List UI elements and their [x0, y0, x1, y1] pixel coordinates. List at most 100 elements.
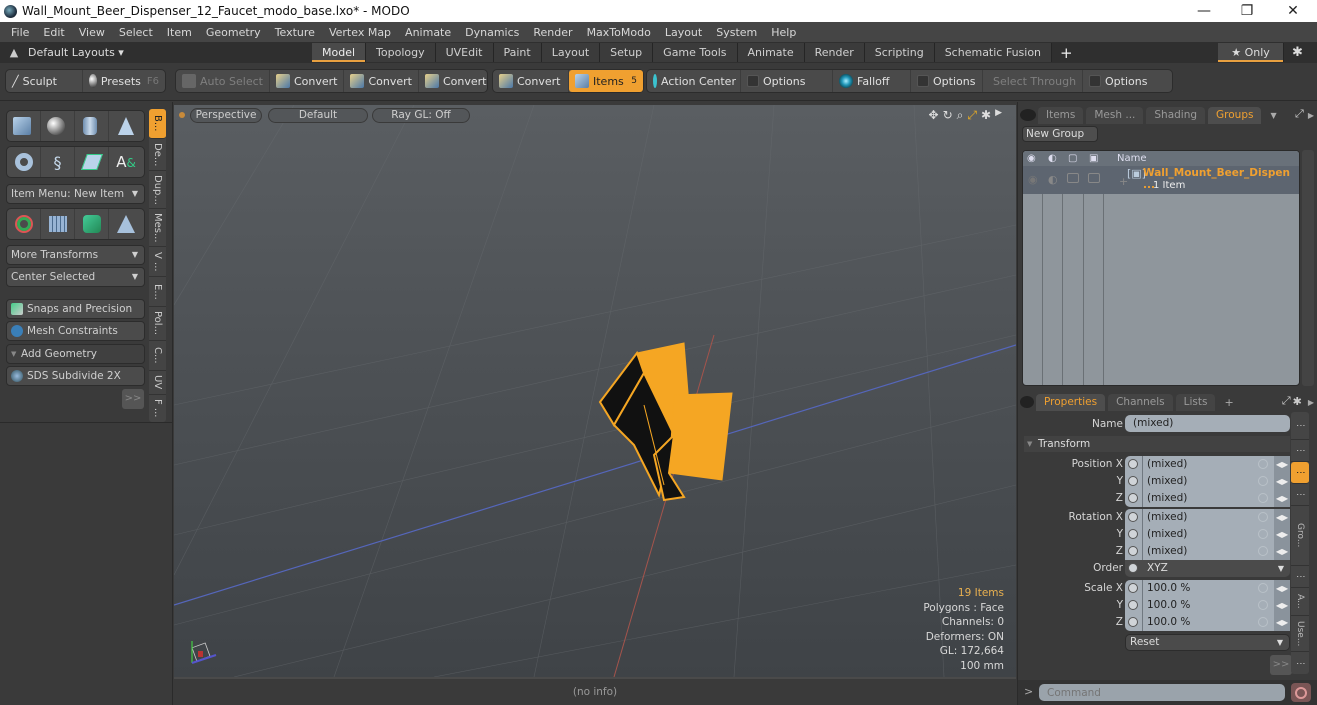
convert-polygons-button[interactable]: Convert	[419, 70, 493, 92]
vtab-vertex[interactable]: V ...	[149, 247, 166, 277]
drag-arrows-icon[interactable]: ◀▶	[1274, 526, 1290, 543]
row-lock-icon[interactable]	[1067, 173, 1079, 183]
pen-tool-icon[interactable]	[75, 147, 109, 177]
raygl-toggle[interactable]: Ray GL: Off	[372, 108, 470, 123]
menu-dynamics[interactable]: Dynamics	[458, 26, 526, 39]
reset-dropdown[interactable]: Reset ▼	[1125, 634, 1290, 651]
rotation-z-field[interactable]: (mixed) ◀▶	[1125, 543, 1290, 560]
keyframe-toggle[interactable]	[1128, 529, 1138, 539]
position-x-field[interactable]: (mixed) ◀▶	[1125, 456, 1290, 473]
keyframe-toggle[interactable]	[1128, 617, 1138, 627]
tab-render[interactable]: Render	[804, 43, 865, 62]
drag-arrows-icon[interactable]: ◀▶	[1274, 473, 1290, 490]
side-tab-1[interactable]: ⋮	[1291, 412, 1309, 440]
item-menu-dropdown[interactable]: Item Menu: New Item ▼	[6, 184, 145, 204]
text-tool-icon[interactable]: A&	[109, 147, 143, 177]
default-layouts-dropdown[interactable]: Default Layouts ▾	[28, 46, 312, 59]
side-tab-a[interactable]: A...	[1291, 588, 1309, 616]
minimize-button[interactable]: —	[1181, 0, 1227, 22]
select-through-options-button[interactable]: Options	[1083, 70, 1153, 92]
drag-arrows-icon[interactable]: ◀▶	[1274, 543, 1290, 560]
tab-uvedit[interactable]: UVEdit	[435, 43, 494, 62]
mesh-constraints-button[interactable]: Mesh Constraints	[6, 321, 145, 341]
rotate-icon[interactable]: ↻	[943, 108, 953, 123]
vtab-basic[interactable]: B...	[149, 109, 166, 139]
menu-texture[interactable]: Texture	[268, 26, 322, 39]
record-macro-button[interactable]	[1291, 683, 1311, 702]
rotation-x-field[interactable]: (mixed) ◀▶	[1125, 509, 1290, 526]
menu-maxtomodo[interactable]: MaxToModo	[580, 26, 658, 39]
drag-arrows-icon[interactable]: ◀▶	[1274, 509, 1290, 526]
scale-x-field[interactable]: 100.0 % ◀▶	[1125, 580, 1290, 597]
render-icon[interactable]: ◐	[1048, 151, 1057, 166]
only-toggle[interactable]: ★ Only	[1218, 43, 1284, 62]
menu-edit[interactable]: Edit	[36, 26, 71, 39]
convert-vertices-button[interactable]: Convert	[270, 70, 345, 92]
shading-dropdown[interactable]: Default	[268, 108, 368, 123]
scale-z-field[interactable]: 100.0 % ◀▶	[1125, 614, 1290, 631]
tab-model[interactable]: Model	[312, 43, 367, 62]
add-geometry-header[interactable]: ▼ Add Geometry	[6, 344, 145, 364]
drag-arrows-icon[interactable]: ◀▶	[1274, 490, 1290, 507]
side-tab-5[interactable]: ⋮	[1291, 566, 1309, 588]
tab-properties[interactable]: Properties	[1036, 394, 1106, 411]
center-selected-dropdown[interactable]: Center Selected ▼	[6, 267, 145, 287]
menu-animate[interactable]: Animate	[398, 26, 458, 39]
side-tab-6[interactable]: ⋮	[1291, 652, 1309, 674]
add-tab-button[interactable]: +	[1052, 44, 1081, 62]
vtab-edge[interactable]: E...	[149, 277, 166, 307]
view-type-dropdown[interactable]: Perspective	[190, 108, 262, 123]
tab-paint[interactable]: Paint	[493, 43, 542, 62]
panel-arrow-icon[interactable]: ▶	[1308, 111, 1314, 120]
cube-icon[interactable]	[7, 111, 41, 141]
vtab-curve[interactable]: C...	[149, 341, 166, 371]
position-z-field[interactable]: (mixed) ◀▶	[1125, 490, 1290, 507]
maximize-panel-icon[interactable]: ⤢	[1295, 107, 1304, 121]
maximize-panel-icon[interactable]: ⤢	[1282, 394, 1291, 408]
menu-geometry[interactable]: Geometry	[199, 26, 268, 39]
gear-icon[interactable]: ✱	[1292, 45, 1303, 60]
menu-vertex-map[interactable]: Vertex Map	[322, 26, 398, 39]
side-tab-3-active[interactable]: ⋮	[1291, 462, 1309, 484]
select-icon[interactable]: ▣	[1089, 151, 1098, 166]
panel-menu-icon[interactable]	[1020, 396, 1034, 408]
keyframe-toggle[interactable]	[1128, 493, 1138, 503]
select-through-button[interactable]: Select Through	[983, 70, 1083, 92]
sds-subdivide-button[interactable]: SDS Subdivide 2X	[6, 366, 145, 386]
3d-viewport[interactable]: Perspective Default Ray GL: Off ✥ ↻ ⌕ ⤢ …	[174, 105, 1016, 677]
tab-game-tools[interactable]: Game Tools	[653, 43, 738, 62]
visibility-icon[interactable]: ◉	[1027, 151, 1036, 166]
tab-layout[interactable]: Layout	[541, 43, 601, 62]
tab-shading[interactable]: Shading	[1146, 107, 1206, 124]
cylinder-icon[interactable]	[75, 111, 109, 141]
tab-setup[interactable]: Setup	[600, 43, 654, 62]
menu-select[interactable]: Select	[112, 26, 160, 39]
action-center-options-button[interactable]: Options	[741, 70, 833, 92]
rotation-y-field[interactable]: (mixed) ◀▶	[1125, 526, 1290, 543]
keyframe-toggle[interactable]	[1128, 583, 1138, 593]
perspective-grid-icon[interactable]	[109, 209, 143, 239]
groups-scrollbar[interactable]	[1302, 150, 1314, 386]
scale-y-field[interactable]: 100.0 % ◀▶	[1125, 597, 1290, 614]
convert-materials-button[interactable]: Convert	[493, 70, 569, 92]
tab-channels[interactable]: Channels	[1108, 394, 1173, 411]
keyframe-toggle[interactable]	[1128, 512, 1138, 522]
tab-schematic-fusion[interactable]: Schematic Fusion	[934, 43, 1053, 62]
uv-sphere-icon[interactable]	[75, 209, 109, 239]
vtab-fusion[interactable]: F ...	[149, 395, 166, 422]
vtab-deform[interactable]: De...	[149, 139, 166, 171]
menu-view[interactable]: View	[72, 26, 112, 39]
transform-section-header[interactable]: ▼ Transform	[1024, 436, 1290, 452]
viewport-indicator-icon[interactable]	[179, 112, 185, 118]
tab-items[interactable]: Items	[1038, 107, 1084, 124]
items-mode-button[interactable]: Items 5	[569, 70, 643, 92]
lock-icon[interactable]: ▢	[1068, 151, 1077, 166]
panel-menu-icon[interactable]	[1020, 109, 1036, 121]
more-transforms-dropdown[interactable]: More Transforms ▼	[6, 245, 145, 265]
command-input[interactable]	[1039, 684, 1285, 701]
keyframe-toggle[interactable]	[1128, 546, 1138, 556]
menu-render[interactable]: Render	[526, 26, 579, 39]
gear-icon[interactable]: ✱	[1293, 395, 1302, 408]
menu-system[interactable]: System	[709, 26, 764, 39]
expand-arrow-icon[interactable]: ▶	[995, 108, 1002, 123]
